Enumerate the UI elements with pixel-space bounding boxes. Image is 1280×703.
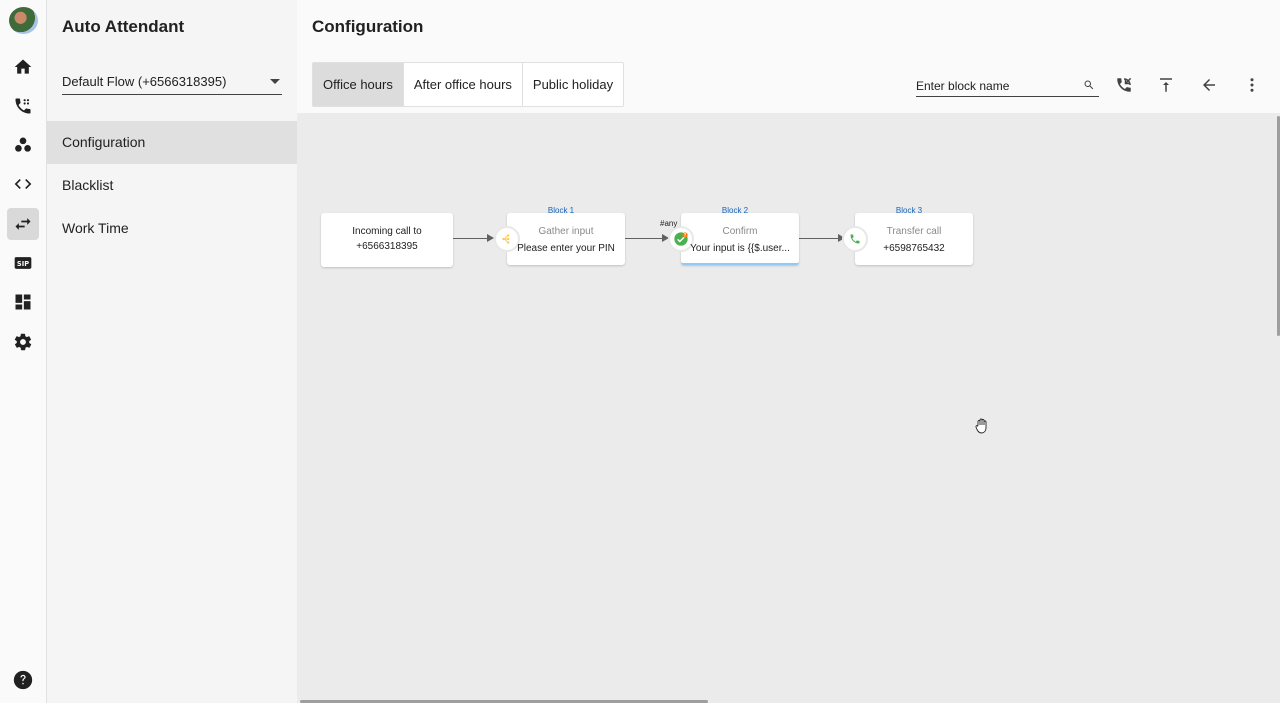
- incoming-call-icon[interactable]: [1112, 73, 1136, 97]
- search-input[interactable]: [916, 77, 1076, 95]
- flow-edge: [453, 238, 489, 239]
- tab-office-hours[interactable]: Office hours: [313, 63, 404, 106]
- icon-rail: SIP: [0, 0, 47, 703]
- flow-canvas[interactable]: Incoming call to +6566318395 Block 1 Gat…: [297, 113, 1280, 703]
- arrowhead: [487, 234, 494, 242]
- flow-select-value: Default Flow (+6566318395): [62, 74, 227, 89]
- call-flow-icon[interactable]: [7, 90, 39, 122]
- flow-select[interactable]: Default Flow (+6566318395): [62, 70, 282, 95]
- start-node[interactable]: Incoming call to +6566318395: [321, 213, 453, 267]
- block-search: [916, 75, 1099, 97]
- move-to-top-icon[interactable]: [1154, 73, 1178, 97]
- user-avatar[interactable]: [9, 7, 38, 34]
- block-type: Gather input: [538, 226, 594, 237]
- block-type: Transfer call: [886, 226, 942, 237]
- settings-icon[interactable]: [7, 326, 39, 358]
- sidebar-item-configuration[interactable]: Configuration: [47, 121, 297, 164]
- transfer-icon[interactable]: [7, 208, 39, 240]
- sip-icon[interactable]: SIP: [7, 247, 39, 279]
- svg-text:SIP: SIP: [17, 260, 29, 268]
- hand-cursor-icon: [975, 418, 987, 434]
- block-confirm[interactable]: ? Confirm Your input is {{$.user...: [668, 213, 799, 265]
- block-description: +6598765432: [883, 243, 945, 254]
- start-node-number: +6566318395: [356, 241, 418, 252]
- page-title: Configuration: [312, 17, 424, 36]
- group-icon[interactable]: [7, 129, 39, 161]
- block-description: Your input is {{$.user...: [690, 243, 790, 254]
- schedule-tabs: Office hours After office hours Public h…: [312, 62, 625, 107]
- sidebar-item-blacklist[interactable]: Blacklist: [47, 164, 297, 207]
- more-vert-icon[interactable]: [1240, 73, 1264, 97]
- tab-after-office-hours[interactable]: After office hours: [404, 63, 523, 106]
- back-arrow-icon[interactable]: [1197, 73, 1221, 97]
- tab-public-holiday[interactable]: Public holiday: [523, 63, 623, 106]
- sidebar-item-work-time[interactable]: Work Time: [47, 207, 297, 250]
- code-icon[interactable]: [7, 168, 39, 200]
- app-title: Auto Attendant: [62, 17, 185, 36]
- start-node-title: Incoming call to: [352, 226, 422, 237]
- block-transfer-call[interactable]: Transfer call +6598765432: [842, 213, 973, 265]
- dashboard-icon[interactable]: [7, 286, 39, 318]
- flow-edge: [625, 238, 664, 239]
- chevron-down-icon: [270, 79, 280, 84]
- help-icon[interactable]: [12, 669, 34, 691]
- home-icon[interactable]: [7, 51, 39, 83]
- sidebar: Auto Attendant Default Flow (+6566318395…: [47, 0, 297, 703]
- flow-edge: [799, 238, 840, 239]
- block-type: Confirm: [722, 226, 758, 237]
- block-description: Please enter your PIN: [517, 243, 615, 254]
- search-icon[interactable]: [1083, 79, 1095, 91]
- block-gather-input[interactable]: Gather input Please enter your PIN: [494, 213, 625, 265]
